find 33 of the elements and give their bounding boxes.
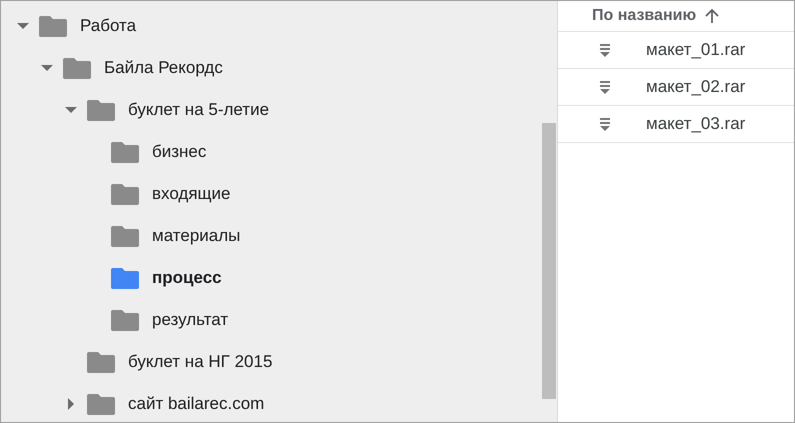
folder-icon	[111, 310, 139, 330]
caret-down-icon[interactable]	[17, 20, 29, 32]
file-name[interactable]: макет_03.rar	[646, 114, 746, 134]
folder-name[interactable]: сайт bailarec.com	[128, 394, 264, 414]
caret-down-icon[interactable]	[65, 104, 77, 116]
arrow-up-icon	[704, 8, 720, 24]
archive-icon	[600, 118, 610, 130]
folder-name[interactable]: Байла Рекордс	[104, 58, 223, 78]
folder-name[interactable]: Работа	[80, 16, 136, 36]
folder-name[interactable]: материалы	[152, 226, 240, 246]
folder-icon	[87, 394, 115, 414]
folder-name[interactable]: результат	[152, 310, 228, 330]
folder-icon	[111, 142, 139, 162]
sort-button[interactable]: По названию	[592, 7, 720, 25]
archive-icon	[600, 80, 610, 94]
file-name[interactable]: макет_01.rar	[646, 40, 746, 60]
folder-icon	[111, 226, 139, 246]
archive-icon	[600, 44, 610, 56]
folder-name[interactable]: бизнес	[152, 142, 206, 162]
folder-icon	[111, 184, 139, 204]
caret-right-icon[interactable]	[65, 398, 77, 410]
folder-icon	[87, 100, 115, 120]
folder-name[interactable]: входящие	[152, 184, 230, 204]
folder-icon	[111, 268, 139, 288]
folder-icon	[39, 16, 67, 36]
folder-name[interactable]: буклет на НГ 2015	[128, 352, 272, 372]
file-name[interactable]: макет_02.rar	[646, 77, 746, 97]
scrollbar-thumb[interactable]	[542, 123, 556, 399]
folder-name[interactable]: буклет на 5-летие	[128, 100, 270, 120]
folder-icon	[63, 58, 91, 78]
caret-down-icon[interactable]	[41, 62, 53, 74]
folder-icon	[87, 352, 115, 372]
folder-name[interactable]: процесс	[152, 268, 222, 288]
